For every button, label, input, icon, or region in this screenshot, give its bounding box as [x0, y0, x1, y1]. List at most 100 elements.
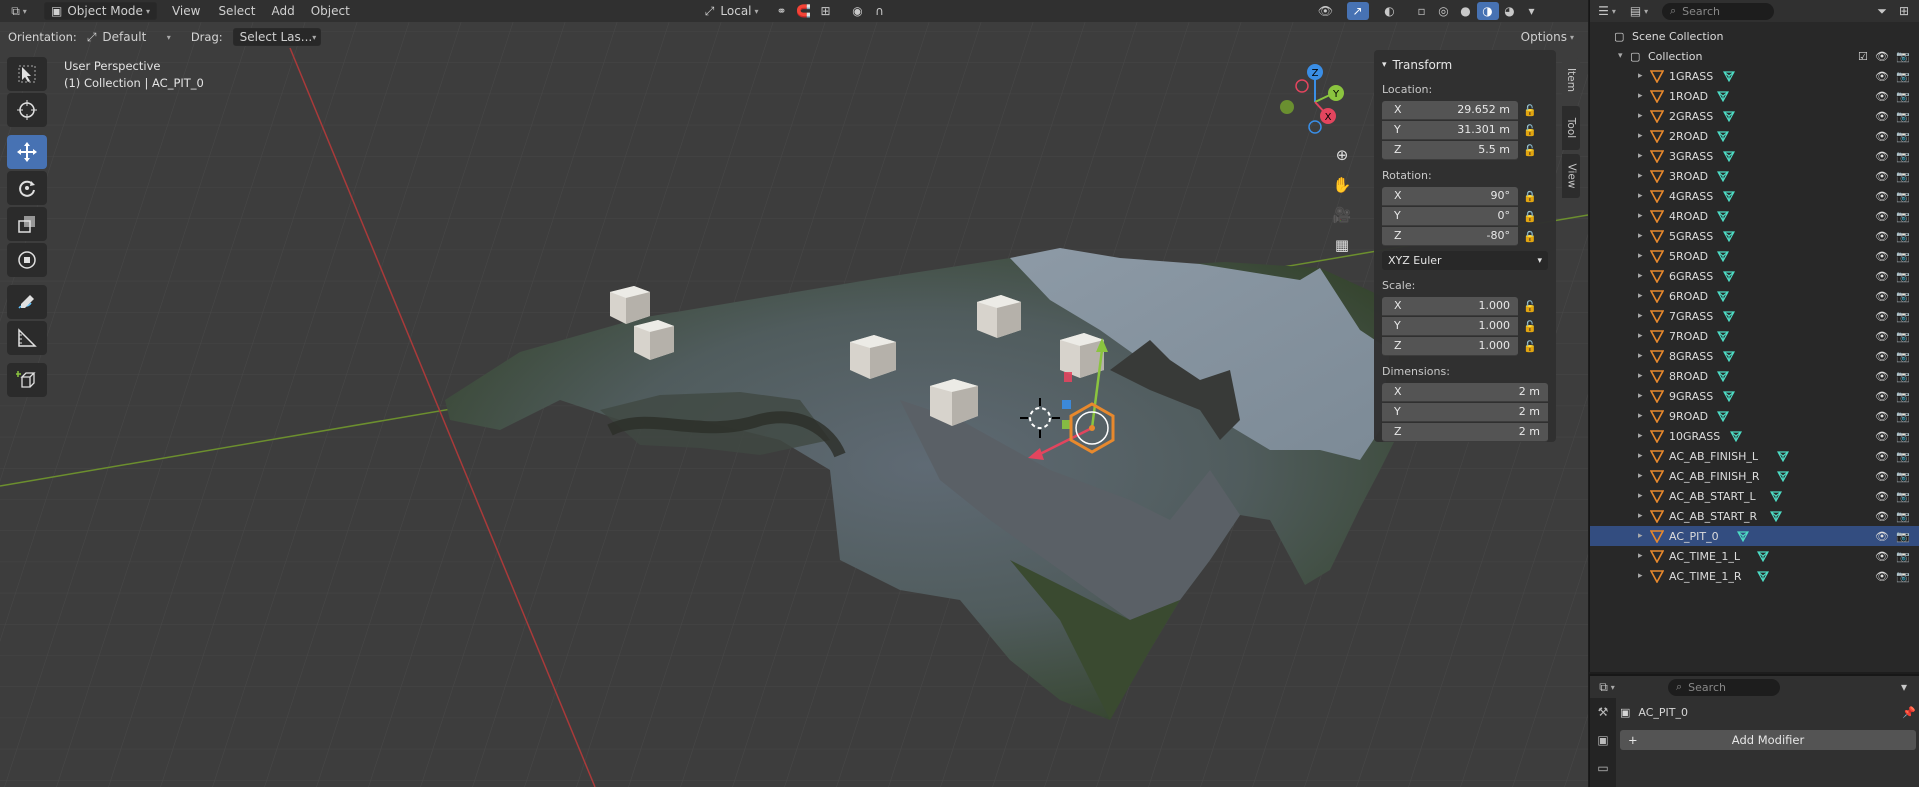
orientation-dropdown[interactable]: ⤢ Default ▾: [81, 28, 177, 46]
outliner-item[interactable]: ▸ AC_TIME_1_L 👁 📷: [1590, 546, 1919, 566]
render-camera-icon[interactable]: 📷: [1896, 290, 1910, 303]
navigation-gizmo[interactable]: Z Y X: [1272, 60, 1352, 140]
lock-icon[interactable]: 🔒: [1518, 230, 1542, 243]
mesh-data-icon[interactable]: [1757, 570, 1769, 582]
rotation-x-field[interactable]: X 90°: [1382, 186, 1518, 206]
rotation-mode-dropdown[interactable]: XYZ Euler ▾: [1382, 251, 1548, 270]
eye-icon[interactable]: 👁: [1875, 370, 1889, 383]
pin-icon[interactable]: 📌: [1902, 706, 1916, 719]
outliner-item[interactable]: ▸ 4ROAD 👁 📷: [1590, 206, 1919, 226]
outliner-item[interactable]: ▸ 5GRASS 👁 📷: [1590, 226, 1919, 246]
render-camera-icon[interactable]: 📷: [1896, 510, 1910, 523]
mesh-data-icon[interactable]: [1723, 230, 1735, 242]
collection-row[interactable]: ▾ ▢ Collection ☑ 👁 📷: [1590, 46, 1919, 66]
render-camera-icon[interactable]: 📷: [1896, 210, 1910, 223]
eye-icon[interactable]: 👁: [1875, 110, 1889, 123]
menu-view[interactable]: View: [165, 2, 207, 20]
chevron-right-icon[interactable]: ▸: [1638, 471, 1643, 481]
output-tab-icon[interactable]: ▭: [1590, 754, 1616, 782]
xray-icon[interactable]: ▫: [1411, 2, 1433, 20]
eye-icon[interactable]: 👁: [1875, 250, 1889, 263]
outliner-item[interactable]: ▸ AC_TIME_1_R 👁 📷: [1590, 566, 1919, 586]
outliner-item[interactable]: ▸ 2ROAD 👁 📷: [1590, 126, 1919, 146]
transform-tool-button[interactable]: [7, 243, 47, 277]
mesh-data-icon[interactable]: [1717, 370, 1729, 382]
outliner-item[interactable]: ▸ 9ROAD 👁 📷: [1590, 406, 1919, 426]
render-camera-icon[interactable]: 📷: [1896, 490, 1910, 503]
outliner-item[interactable]: ▸ AC_AB_FINISH_L 👁 📷: [1590, 446, 1919, 466]
tab-tool[interactable]: Tool: [1562, 106, 1580, 150]
mesh-data-icon[interactable]: [1723, 150, 1735, 162]
render-camera-icon[interactable]: 📷: [1896, 50, 1910, 63]
mesh-data-icon[interactable]: [1723, 350, 1735, 362]
render-camera-icon[interactable]: 📷: [1896, 90, 1910, 103]
unlock-icon[interactable]: 🔓: [1518, 300, 1542, 313]
zoom-icon[interactable]: ⊕: [1327, 141, 1357, 169]
render-camera-icon[interactable]: 📷: [1896, 570, 1910, 583]
camera-icon[interactable]: 🎥: [1327, 201, 1357, 229]
outliner-item[interactable]: ▸ 4GRASS 👁 📷: [1590, 186, 1919, 206]
lock-icon[interactable]: 🔒: [1518, 210, 1542, 223]
render-camera-icon[interactable]: 📷: [1896, 110, 1910, 123]
move-tool-button[interactable]: [7, 135, 47, 169]
render-camera-icon[interactable]: 📷: [1896, 330, 1910, 343]
render-camera-icon[interactable]: 📷: [1896, 430, 1910, 443]
unlock-icon[interactable]: 🔓: [1518, 144, 1542, 157]
render-camera-icon[interactable]: 📷: [1896, 150, 1910, 163]
eye-icon[interactable]: 👁: [1875, 510, 1889, 523]
snap-target-icon[interactable]: ⊞: [815, 2, 837, 20]
eye-icon[interactable]: 👁: [1875, 330, 1889, 343]
pan-hand-icon[interactable]: ✋: [1327, 171, 1357, 199]
outliner-item[interactable]: ▸ 10GRASS 👁 📷: [1590, 426, 1919, 446]
render-camera-icon[interactable]: 📷: [1896, 470, 1910, 483]
properties-editor-icon[interactable]: ⧉ ▾: [1596, 678, 1618, 696]
chevron-right-icon[interactable]: ▸: [1638, 411, 1643, 421]
mesh-data-icon[interactable]: [1777, 450, 1789, 462]
location-y-field[interactable]: Y 31.301 m: [1382, 120, 1518, 140]
render-camera-icon[interactable]: 📷: [1896, 170, 1910, 183]
eye-icon[interactable]: 👁: [1875, 430, 1889, 443]
outliner-item[interactable]: ▸ 7ROAD 👁 📷: [1590, 326, 1919, 346]
menu-add[interactable]: Add: [264, 2, 301, 20]
transform-panel-header[interactable]: ▾ Transform: [1382, 56, 1548, 74]
mesh-data-icon[interactable]: [1717, 410, 1729, 422]
mesh-data-icon[interactable]: [1717, 90, 1729, 102]
render-camera-icon[interactable]: 📷: [1896, 390, 1910, 403]
eye-icon[interactable]: 👁: [1875, 570, 1889, 583]
mesh-data-icon[interactable]: [1723, 390, 1735, 402]
outliner-item[interactable]: ▸ AC_AB_START_R 👁 📷: [1590, 506, 1919, 526]
tool-tab-icon[interactable]: ⚒: [1590, 698, 1616, 726]
mesh-data-icon[interactable]: [1717, 290, 1729, 302]
tab-view[interactable]: View: [1562, 154, 1580, 198]
eye-icon[interactable]: 👁: [1875, 210, 1889, 223]
mesh-data-icon[interactable]: [1723, 270, 1735, 282]
shading-rendered-icon[interactable]: ◕: [1499, 2, 1521, 20]
location-z-field[interactable]: Z 5.5 m: [1382, 140, 1518, 160]
chevron-right-icon[interactable]: ▸: [1638, 431, 1643, 441]
measure-tool-button[interactable]: [7, 321, 47, 355]
chevron-right-icon[interactable]: ▸: [1638, 171, 1643, 181]
shading-solid-icon[interactable]: ●: [1455, 2, 1477, 20]
mesh-data-icon[interactable]: [1717, 330, 1729, 342]
chevron-right-icon[interactable]: ▸: [1638, 291, 1643, 301]
eye-icon[interactable]: 👁: [1875, 530, 1889, 543]
eye-icon[interactable]: 👁: [1875, 550, 1889, 563]
outliner-item[interactable]: ▸ 8GRASS 👁 📷: [1590, 346, 1919, 366]
transform-orientation-selector[interactable]: ⤢ Local ▾: [699, 2, 765, 20]
scale-y-field[interactable]: Y 1.000: [1382, 316, 1518, 336]
menu-object[interactable]: Object: [304, 2, 357, 20]
chevron-right-icon[interactable]: ▸: [1638, 331, 1643, 341]
outliner-item[interactable]: ▸ 7GRASS 👁 📷: [1590, 306, 1919, 326]
render-camera-icon[interactable]: 📷: [1896, 350, 1910, 363]
render-tab-icon[interactable]: ▣: [1590, 726, 1616, 754]
mesh-data-icon[interactable]: [1777, 470, 1789, 482]
chevron-right-icon[interactable]: ▸: [1638, 571, 1643, 581]
eye-icon[interactable]: 👁: [1875, 270, 1889, 283]
render-camera-icon[interactable]: 📷: [1896, 450, 1910, 463]
eye-icon[interactable]: 👁: [1875, 130, 1889, 143]
outliner-item[interactable]: ▸ 8ROAD 👁 📷: [1590, 366, 1919, 386]
eye-icon[interactable]: 👁: [1875, 170, 1889, 183]
outliner-item[interactable]: ▸ 1ROAD 👁 📷: [1590, 86, 1919, 106]
snap-icon[interactable]: 🧲: [793, 2, 815, 20]
render-camera-icon[interactable]: 📷: [1896, 530, 1910, 543]
